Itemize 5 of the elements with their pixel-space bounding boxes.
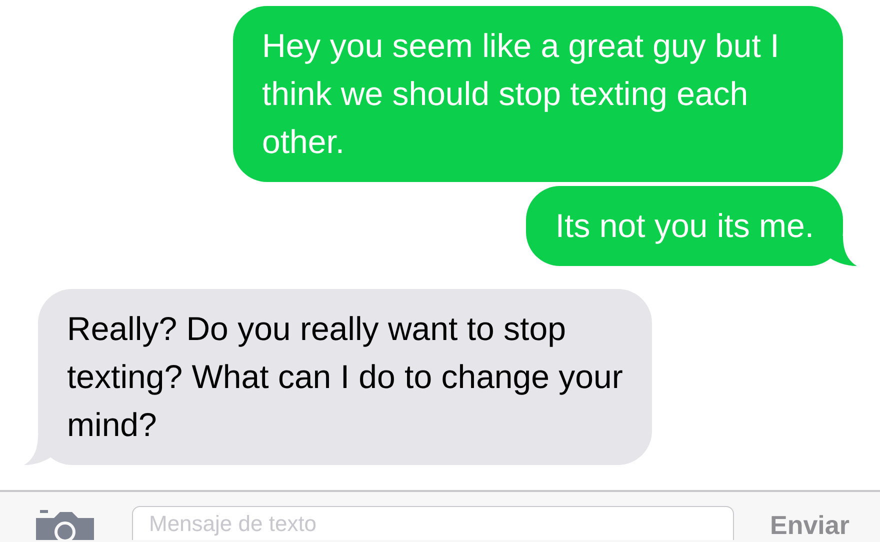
message-input[interactable]: Mensaje de texto xyxy=(132,506,734,540)
send-button[interactable]: Enviar xyxy=(770,510,850,540)
bubble-tail-icon xyxy=(827,236,857,266)
camera-icon[interactable] xyxy=(34,510,96,540)
message-bubble: Hey you seem like a great guy but I think we should stop texting each other. xyxy=(233,6,843,182)
